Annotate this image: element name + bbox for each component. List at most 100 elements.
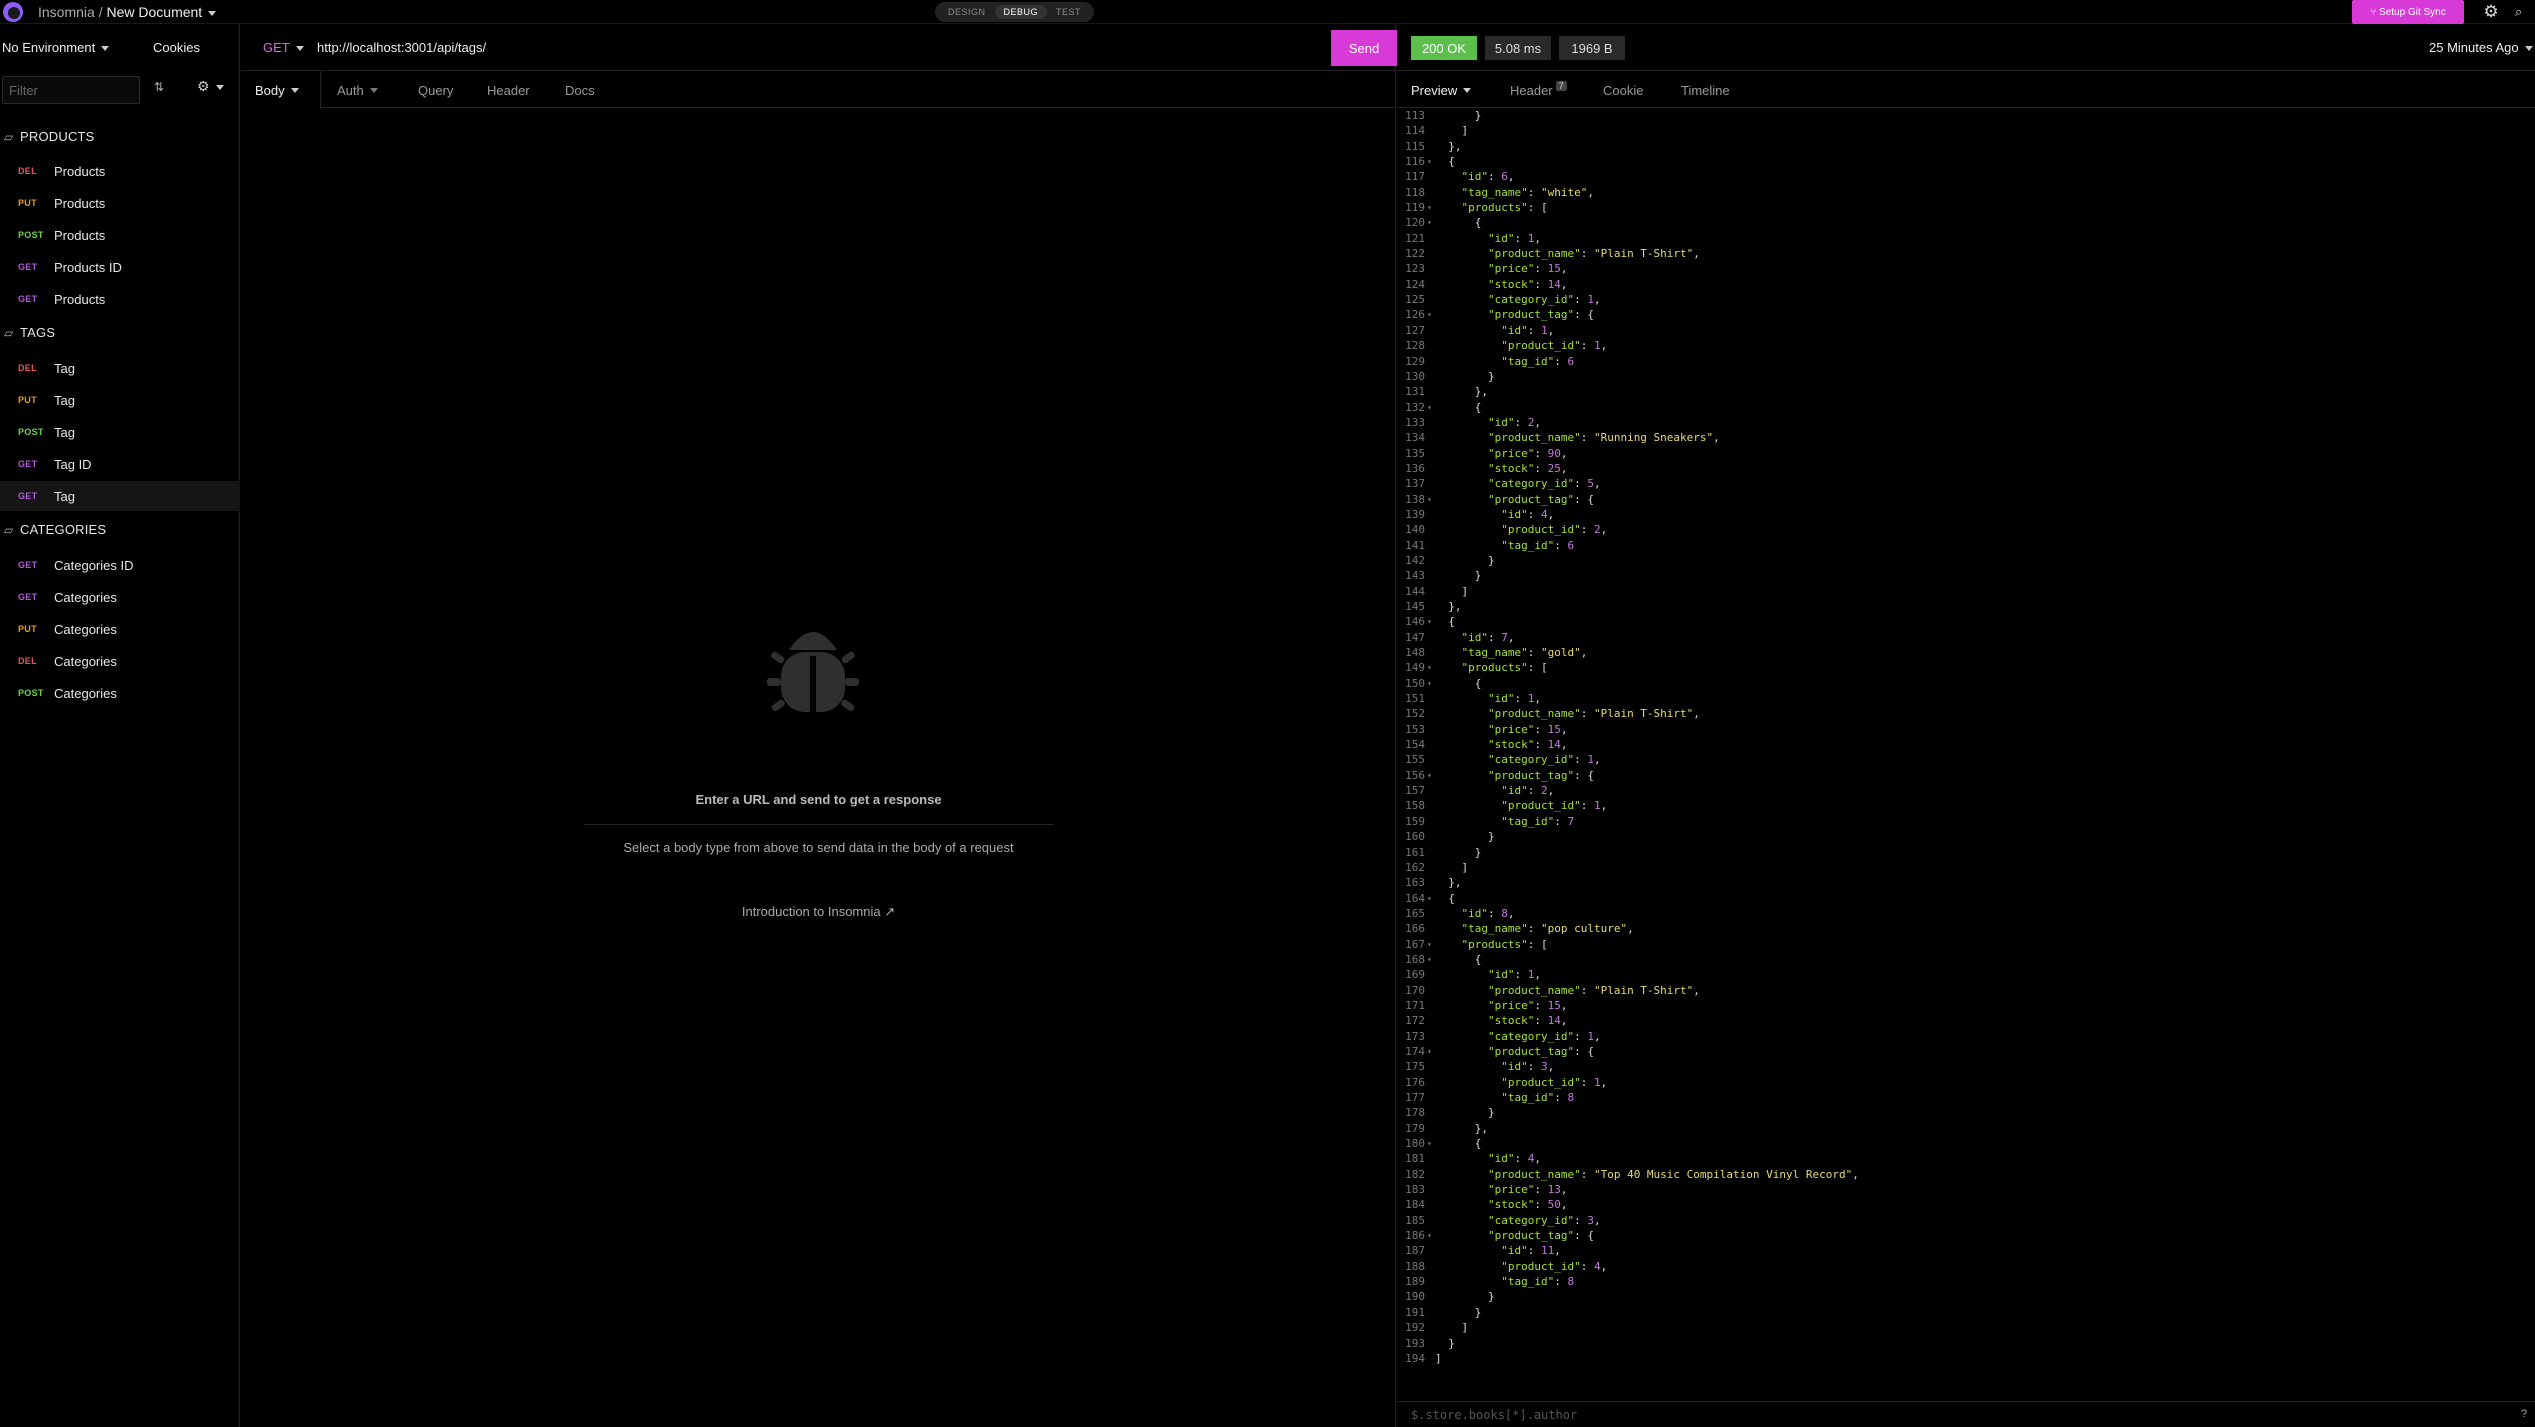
fold-toggle-icon[interactable]: ▾ — [1427, 215, 1435, 230]
request-item[interactable]: GET Categories ID — [0, 550, 240, 580]
tab-label: Body — [255, 82, 285, 98]
request-item[interactable]: PUT Categories — [0, 614, 240, 644]
environment-selector[interactable]: No Environment — [2, 40, 110, 55]
request-item[interactable]: DEL Categories — [0, 646, 240, 676]
tab-header[interactable]: Header — [487, 71, 530, 109]
external-link-icon: ↗ — [884, 904, 896, 919]
request-item[interactable]: GET Categories — [0, 582, 240, 612]
caret-icon[interactable] — [208, 10, 217, 16]
request-item[interactable]: PUT Products — [0, 188, 240, 218]
fold-toggle-icon[interactable]: ▾ — [1427, 768, 1435, 783]
line-number: 140 — [1405, 523, 1425, 537]
sort-icon[interactable]: ⇅ — [154, 80, 164, 94]
code-line: 141 "tag_id": 6 — [1397, 538, 2535, 553]
send-button[interactable]: Send — [1331, 30, 1397, 66]
logo-icon[interactable] — [0, 0, 26, 24]
mode-design[interactable]: DESIGN — [939, 5, 995, 19]
tab-cookie[interactable]: Cookie — [1603, 71, 1643, 109]
setup-git-sync-button[interactable]: ⑂ Setup Git Sync — [2352, 0, 2464, 24]
history-dropdown[interactable]: 25 Minutes Ago — [2429, 40, 2533, 55]
tab-docs[interactable]: Docs — [565, 71, 595, 109]
line-number: 155 — [1405, 753, 1425, 767]
request-item-active[interactable]: GET Tag — [0, 481, 240, 511]
request-item[interactable]: POST Categories — [0, 678, 240, 708]
line-number: 194 — [1405, 1351, 1425, 1365]
fold-toggle-icon[interactable]: ▾ — [1427, 1044, 1435, 1059]
response-body-viewer[interactable]: 113 } 114 ] 115 }, 116 ▾ {117 "id": 6, 118 "t… — [1397, 108, 2535, 1426]
code-text: "product_name": "Plain T-Shirt", — [1487, 983, 1700, 997]
mode-test[interactable]: TEST — [1047, 5, 1090, 19]
request-item[interactable]: PUT Tag — [0, 385, 240, 415]
mode-debug[interactable]: DEBUG — [994, 5, 1048, 19]
request-name: Categories — [54, 589, 117, 605]
url-input[interactable]: http://localhost:3001/api/tags/ — [317, 40, 486, 55]
user-icon[interactable]: ⌕ — [2515, 0, 2535, 24]
fold-toggle-icon[interactable]: ▾ — [1427, 891, 1435, 906]
fold-toggle-icon[interactable]: ▾ — [1427, 660, 1435, 675]
sidebar-filter-input[interactable] — [2, 76, 140, 104]
code-text: ] — [1435, 124, 1469, 138]
code-line: 194] — [1397, 1351, 2535, 1366]
request-item[interactable]: DEL Products — [0, 156, 240, 186]
code-line: 116 ▾ { — [1397, 154, 2535, 169]
request-item[interactable]: DEL Tag — [0, 353, 240, 383]
request-item[interactable]: GET Tag ID — [0, 449, 240, 479]
code-text: "id": 3, — [1501, 1060, 1555, 1074]
line-number: 167 — [1405, 937, 1425, 951]
app-name[interactable]: Insomnia — [38, 4, 95, 20]
document-name[interactable]: New Document — [106, 4, 202, 20]
tab-body[interactable]: Body — [241, 71, 321, 109]
fold-toggle-icon[interactable]: ▾ — [1427, 492, 1435, 507]
fold-toggle-icon[interactable]: ▾ — [1427, 400, 1435, 415]
workspace-menu-button[interactable]: ⚙ — [197, 78, 224, 95]
code-line: 193 } — [1397, 1336, 2535, 1351]
fold-toggle-icon[interactable]: ▾ — [1427, 154, 1435, 169]
fold-gutter — [1427, 476, 1435, 491]
tab-response-header[interactable]: Header 7 — [1510, 71, 1567, 109]
line-number: 184 — [1405, 1198, 1425, 1212]
tab-timeline[interactable]: Timeline — [1681, 71, 1730, 109]
fold-toggle-icon[interactable]: ▾ — [1427, 952, 1435, 967]
tab-preview[interactable]: Preview — [1411, 71, 1472, 109]
method-badge: DEL — [18, 166, 37, 176]
fold-gutter — [1427, 1182, 1435, 1197]
folder-tags[interactable]: ▱ TAGS — [4, 325, 55, 340]
fold-gutter — [1427, 1059, 1435, 1074]
code-text: "product_id": 1, — [1501, 799, 1608, 813]
tab-auth[interactable]: Auth — [337, 71, 378, 109]
request-item[interactable]: GET Products — [0, 284, 240, 314]
line-number: 179 — [1405, 1121, 1425, 1135]
code-line: 113 } — [1397, 108, 2535, 123]
gear-icon[interactable]: ⚙ — [2476, 0, 2506, 24]
fold-toggle-icon[interactable]: ▾ — [1427, 200, 1435, 215]
folder-categories[interactable]: ▱ CATEGORIES — [4, 522, 106, 537]
tab-query[interactable]: Query — [418, 71, 453, 109]
fold-toggle-icon[interactable]: ▾ — [1427, 614, 1435, 629]
line-number: 163 — [1405, 876, 1425, 890]
response-filter-input[interactable]: $.store.books[*].author — [1397, 1401, 2535, 1427]
request-item[interactable]: POST Tag — [0, 417, 240, 447]
sidebar: No Environment Cookies ⇅ ⚙ ▱ PRODUCTS DEL… — [0, 24, 240, 1427]
fold-gutter — [1427, 292, 1435, 307]
fold-toggle-icon[interactable]: ▾ — [1427, 676, 1435, 691]
request-item[interactable]: POST Products — [0, 220, 240, 250]
fold-toggle-icon[interactable]: ▾ — [1427, 307, 1435, 322]
fold-toggle-icon[interactable]: ▾ — [1427, 1136, 1435, 1151]
folder-products[interactable]: ▱ PRODUCTS — [4, 129, 95, 144]
help-icon[interactable]: ? — [2521, 1408, 2527, 1420]
request-name: Tag ID — [54, 456, 92, 472]
intro-link[interactable]: Introduction to Insomnia ↗ — [241, 904, 1396, 920]
fold-toggle-icon[interactable]: ▾ — [1427, 1228, 1435, 1243]
code-text: "id": 8, — [1461, 906, 1515, 920]
fold-toggle-icon[interactable]: ▾ — [1427, 937, 1435, 952]
code-line: 143 } — [1397, 568, 2535, 583]
code-line: 181 "id": 4, — [1397, 1151, 2535, 1166]
fold-gutter — [1427, 261, 1435, 276]
folder-name: TAGS — [20, 325, 56, 340]
fold-gutter — [1427, 1029, 1435, 1044]
request-item[interactable]: GET Products ID — [0, 252, 240, 282]
cookies-button[interactable]: Cookies — [153, 40, 200, 55]
line-number: 172 — [1405, 1014, 1425, 1028]
method-selector[interactable]: GET — [263, 40, 304, 55]
method-badge: PUT — [18, 624, 37, 634]
